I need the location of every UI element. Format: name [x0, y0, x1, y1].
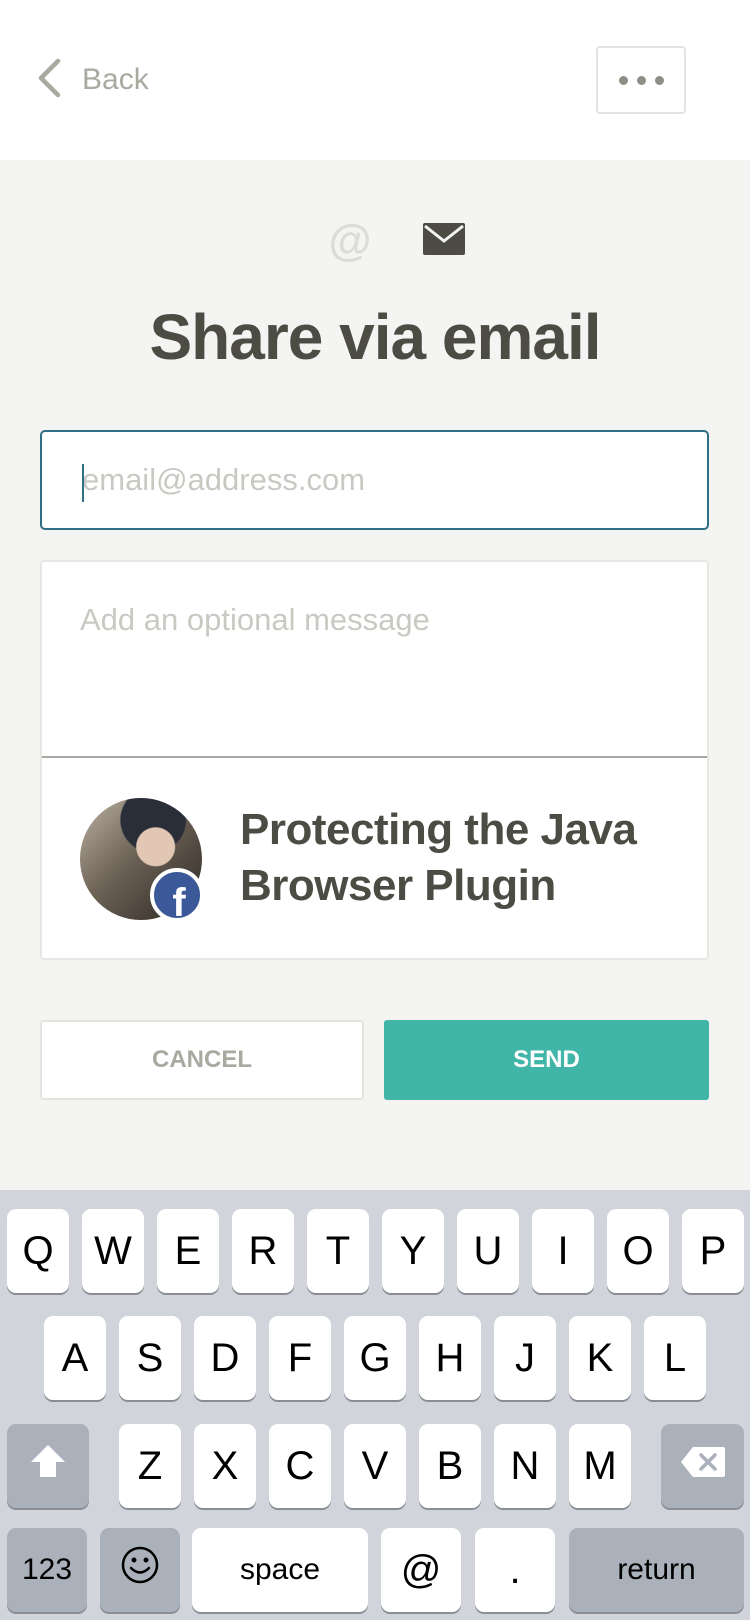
key-n[interactable]: N	[494, 1424, 556, 1508]
emoji-smiley-icon	[120, 1545, 160, 1595]
key-b[interactable]: B	[419, 1424, 481, 1508]
key-s[interactable]: S	[119, 1316, 181, 1400]
key-q[interactable]: Q	[7, 1209, 69, 1293]
key-i[interactable]: I	[532, 1209, 594, 1293]
key-o[interactable]: O	[607, 1209, 669, 1293]
key-w[interactable]: W	[82, 1209, 144, 1293]
envelope-icon[interactable]	[423, 222, 466, 260]
facebook-icon: f	[150, 868, 204, 922]
period-key[interactable]: .	[475, 1528, 555, 1612]
key-h[interactable]: H	[419, 1316, 481, 1400]
more-dots-icon	[618, 75, 628, 85]
text-cursor	[82, 464, 84, 502]
key-a[interactable]: A	[44, 1316, 106, 1400]
send-button[interactable]: SEND	[384, 1020, 709, 1100]
key-c[interactable]: C	[269, 1424, 331, 1508]
key-r[interactable]: R	[232, 1209, 294, 1293]
key-j[interactable]: J	[494, 1316, 556, 1400]
page-title: Share via email	[149, 301, 601, 373]
key-y[interactable]: Y	[382, 1209, 444, 1293]
key-v[interactable]: V	[344, 1424, 406, 1508]
at-sign-icon[interactable]: @	[329, 219, 372, 263]
key-e[interactable]: E	[157, 1209, 219, 1293]
cancel-button[interactable]: CANCEL	[40, 1020, 364, 1100]
article-preview: f Protecting the Java Browser Plugin	[42, 758, 707, 958]
back-label: Back	[82, 63, 149, 96]
key-z[interactable]: Z	[119, 1424, 181, 1508]
email-field[interactable]	[42, 432, 707, 528]
avatar: f	[80, 798, 204, 922]
chevron-left-icon	[36, 58, 62, 103]
at-key[interactable]: @	[381, 1528, 461, 1612]
article-title: Protecting the Java Browser Plugin	[240, 805, 637, 910]
share-card: f Protecting the Java Browser Plugin	[40, 560, 709, 960]
key-f[interactable]: F	[269, 1316, 331, 1400]
message-field[interactable]	[42, 562, 707, 756]
emoji-key[interactable]	[100, 1528, 180, 1612]
key-x[interactable]: X	[194, 1424, 256, 1508]
delete-key[interactable]	[661, 1424, 744, 1508]
numbers-key[interactable]: 123	[7, 1528, 87, 1612]
share-method-icons: @	[0, 216, 750, 266]
key-u[interactable]: U	[457, 1209, 519, 1293]
key-d[interactable]: D	[194, 1316, 256, 1400]
key-g[interactable]: G	[344, 1316, 406, 1400]
onscreen-keyboard: Q W E R T Y U I O P A S D F G H J K L Z …	[0, 1190, 750, 1620]
more-dot	[654, 75, 664, 85]
more-options-button[interactable]	[596, 46, 686, 114]
top-bar: Back	[0, 0, 750, 160]
facebook-letter: f	[172, 881, 186, 922]
shift-arrow-icon	[29, 1443, 67, 1489]
message-area[interactable]	[42, 562, 707, 758]
email-field-container[interactable]	[40, 430, 709, 530]
key-t[interactable]: T	[307, 1209, 369, 1293]
key-p[interactable]: P	[682, 1209, 744, 1293]
return-key[interactable]: return	[569, 1528, 744, 1612]
space-key[interactable]: space	[192, 1528, 368, 1612]
shift-key[interactable]	[7, 1424, 89, 1508]
back-button[interactable]: Back	[36, 52, 149, 108]
backspace-icon	[679, 1444, 727, 1489]
key-l[interactable]: L	[644, 1316, 706, 1400]
more-dot	[636, 75, 646, 85]
key-m[interactable]: M	[569, 1424, 631, 1508]
key-k[interactable]: K	[569, 1316, 631, 1400]
